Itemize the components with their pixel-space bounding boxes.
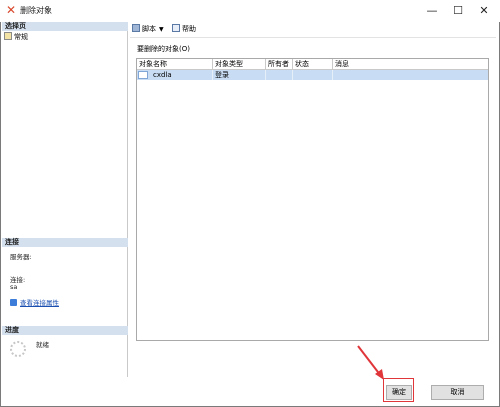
delete-icon: ✕: [6, 3, 17, 17]
column-header-status[interactable]: 状态: [293, 59, 333, 70]
cell-message: [333, 70, 488, 80]
help-icon: [172, 24, 180, 32]
script-label: 脚本: [142, 25, 156, 33]
window-title: 删除对象: [20, 6, 52, 15]
column-header-message[interactable]: 消息: [333, 59, 488, 70]
cell-status: [293, 70, 333, 80]
minimize-button[interactable]: —: [419, 0, 445, 22]
page-icon: [4, 32, 12, 40]
server-label: 服务器:: [10, 253, 32, 261]
close-button[interactable]: ✕: [471, 0, 497, 22]
cell-object-type: 登录: [213, 70, 266, 80]
column-header-owner[interactable]: 所有者: [266, 59, 293, 70]
view-connection-properties-link[interactable]: 查看连接属性: [10, 299, 59, 308]
cell-owner: [266, 70, 293, 80]
select-page-header: 选择页: [2, 22, 128, 31]
progress-spinner-icon: [9, 340, 27, 358]
objects-grid[interactable]: 对象名称 对象类型 所有者 状态 消息 cxdla 登录: [136, 58, 489, 341]
row-selector-icon: [138, 71, 148, 79]
progress-header: 进度: [2, 326, 128, 335]
help-label: 帮助: [182, 25, 196, 33]
nav-item-label: 常规: [14, 33, 28, 41]
script-icon: [132, 24, 140, 32]
progress-status: 就绪: [36, 341, 49, 349]
help-button[interactable]: 帮助: [172, 24, 196, 34]
properties-icon: [10, 299, 17, 306]
toolbar-divider: [130, 37, 496, 38]
chevron-down-icon: ▼: [159, 26, 164, 33]
table-row[interactable]: cxdla 登录: [137, 70, 488, 80]
connection-header: 连接: [2, 238, 128, 247]
maximize-button[interactable]: ☐: [445, 0, 471, 22]
title-bar: ✕ 删除对象 — ☐ ✕: [0, 0, 500, 22]
column-header-name[interactable]: 对象名称: [137, 59, 213, 70]
connection-value: sa: [10, 283, 18, 291]
nav-item-general[interactable]: 常规: [4, 32, 28, 41]
objects-to-delete-label: 要删除的对象(O): [137, 45, 190, 53]
column-header-type[interactable]: 对象类型: [213, 59, 266, 70]
script-button[interactable]: 脚本 ▼: [132, 24, 164, 34]
cell-object-name: cxdla: [151, 70, 213, 80]
view-connection-link-label: 查看连接属性: [20, 299, 59, 307]
arrow-annotation-icon: [354, 343, 388, 383]
left-pane: [2, 22, 128, 377]
cancel-button[interactable]: 取消: [431, 385, 484, 400]
